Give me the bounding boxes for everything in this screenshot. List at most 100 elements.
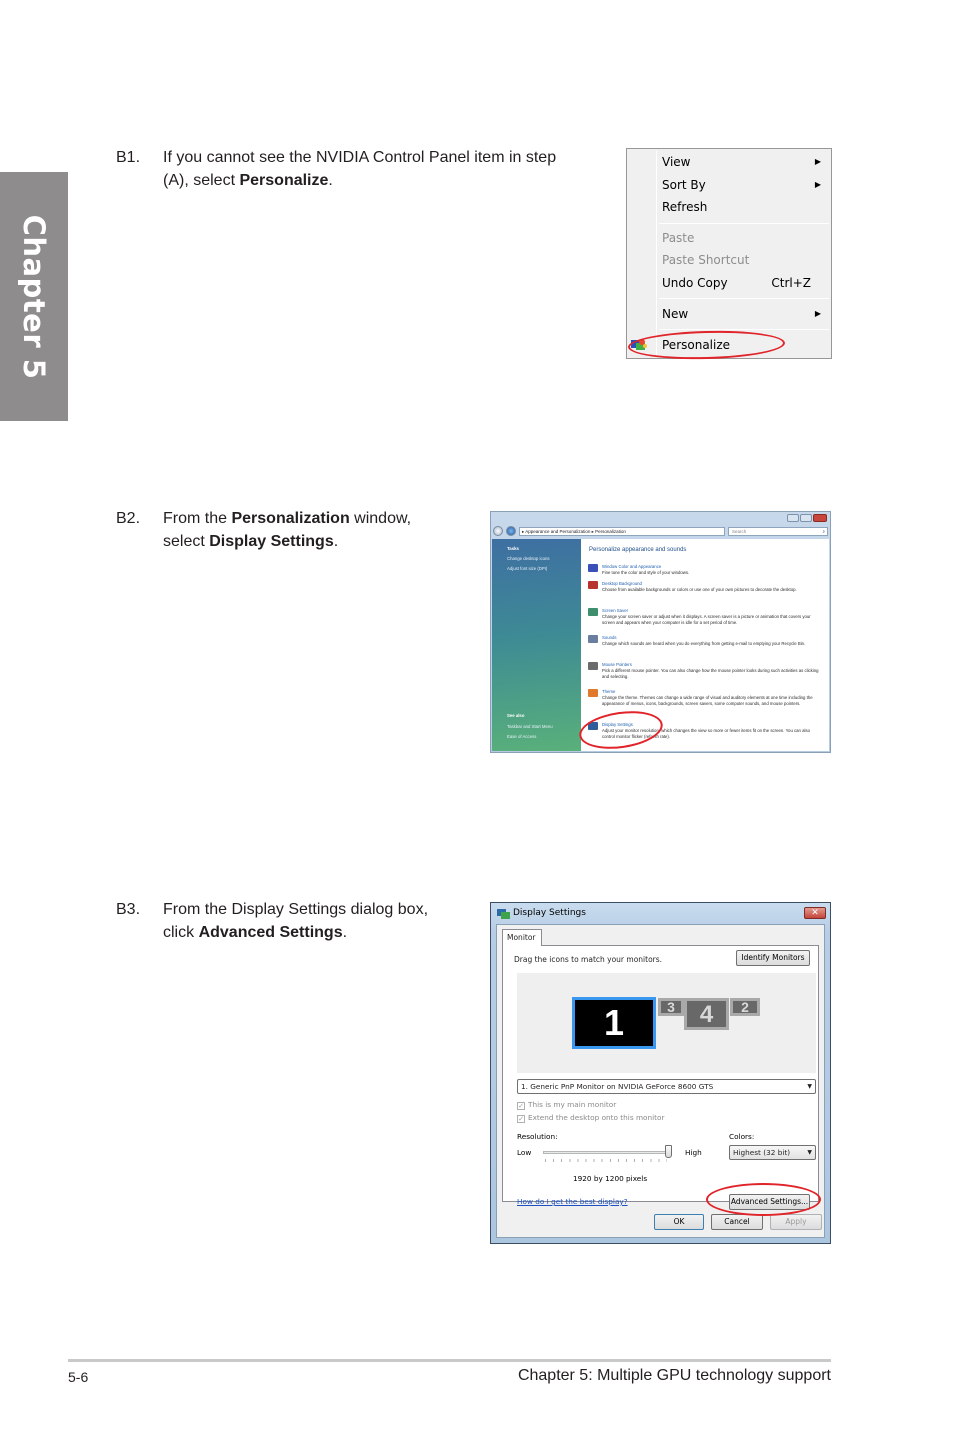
breadcrumb[interactable]: ▸ Appearance and Personalization ▸ Perso… [519, 526, 725, 536]
step-keyword: Personalization [231, 510, 350, 527]
checkbox-label: This is my main monitor [528, 1100, 617, 1109]
monitor-3[interactable]: 3 [658, 998, 684, 1016]
search-placeholder: Search [732, 528, 747, 534]
identify-monitors-button[interactable]: Identify Monitors [736, 950, 810, 966]
mouse-pointers-icon [588, 662, 598, 670]
step-punct: . [333, 533, 339, 550]
step-line: select [163, 533, 210, 550]
step-keyword: Display Settings [209, 533, 334, 550]
minimize-button[interactable] [787, 514, 799, 522]
menu-item-label: Refresh [662, 200, 708, 214]
menu-separator [659, 298, 829, 299]
menu-item-sort-by[interactable]: Sort By ▶ [662, 174, 825, 196]
colors-select-value: Highest (32 bit) [733, 1148, 791, 1157]
personalize-item-link[interactable]: Theme [602, 689, 615, 694]
footer-chapter-title: Chapter 5: Multiple GPU technology suppo… [517, 1367, 831, 1384]
highlight-oval [706, 1183, 821, 1216]
chapter-tab-label: Chapter 5 [17, 214, 51, 379]
personalize-item-description: Change the theme. Themes can change a wi… [602, 695, 813, 706]
personalize-item-link[interactable]: Screen Saver [602, 608, 628, 613]
search-input[interactable]: Search ⌕ [728, 526, 828, 536]
see-also-link[interactable]: Taskbar and Start Menu [507, 724, 553, 729]
step-number: B1. [116, 149, 141, 166]
close-button[interactable] [813, 514, 827, 522]
step-punct: . [328, 172, 333, 189]
breadcrumb-sep: ▸ [522, 528, 525, 534]
task-pane: Tasks Change desktop icons Adjust font s… [492, 539, 581, 751]
personalization-window: ▸ Appearance and Personalization ▸ Perso… [490, 511, 831, 753]
personalize-item-description: Fine tune the color and style of your wi… [602, 570, 690, 575]
submenu-arrow-icon: ▶ [814, 180, 821, 189]
screen-saver-icon [588, 608, 598, 616]
resolution-slider-track[interactable] [543, 1151, 669, 1154]
monitor-arrangement: 1 3 4 2 [517, 973, 816, 1073]
chevron-down-icon: ▼ [807, 1083, 812, 1090]
forward-button[interactable] [506, 526, 516, 536]
step-line: (A), select [163, 172, 240, 189]
menu-item-label: View [662, 155, 691, 169]
caption-buttons [787, 514, 827, 522]
back-button[interactable] [493, 526, 503, 536]
menu-item-paste-shortcut: Paste Shortcut [662, 249, 825, 271]
resolution-value: 1920 by 1200 pixels [573, 1174, 648, 1183]
tab-monitor[interactable]: Monitor [502, 929, 542, 946]
personalize-item-description: Pick a different mouse pointer. You can … [602, 668, 819, 679]
step-text: If you cannot see the NVIDIA Control Pan… [163, 146, 556, 192]
dialog-title: Display Settings [513, 908, 586, 918]
search-icon: ⌕ [822, 528, 825, 534]
page-number: 5-6 [68, 1369, 89, 1385]
step-line: From the [163, 510, 232, 527]
menu-item-undo-copy[interactable]: Undo Copy Ctrl+Z [662, 272, 825, 294]
ok-button[interactable]: OK [654, 1214, 704, 1230]
personalize-item-description: Change your screen saver or adjust when … [602, 614, 811, 625]
step-line: click [163, 924, 199, 941]
resolution-label: Resolution: [517, 1132, 558, 1141]
step-keyword: Advanced Settings [198, 924, 343, 941]
colors-label: Colors: [729, 1132, 755, 1141]
menu-item-new[interactable]: New ▶ [662, 303, 825, 325]
menu-item-refresh[interactable]: Refresh [662, 196, 825, 218]
personalize-item-link[interactable]: Desktop Background [602, 581, 642, 586]
monitor-1[interactable]: 1 [572, 997, 656, 1049]
content-title: Personalize appearance and sounds [589, 547, 687, 553]
chevron-down-icon: ▼ [807, 1149, 812, 1156]
apply-button: Apply [770, 1214, 822, 1230]
step-line: window, [349, 510, 412, 527]
close-button[interactable]: ✕ [804, 907, 826, 919]
menu-item-shortcut: Ctrl+Z [771, 276, 811, 290]
monitor-2[interactable]: 2 [730, 998, 760, 1016]
resolution-slider-thumb[interactable] [665, 1145, 672, 1158]
slider-ticks [545, 1159, 667, 1162]
step-line: From the Display Settings dialog box, [163, 901, 429, 918]
monitor-select[interactable]: 1. Generic PnP Monitor on NVIDIA GeForce… [517, 1079, 816, 1094]
breadcrumb-item[interactable]: Appearance and Personalization [525, 529, 590, 534]
extend-desktop-checkbox[interactable]: ✓ Extend the desktop onto this monitor [517, 1113, 665, 1123]
address-bar: ▸ Appearance and Personalization ▸ Perso… [493, 524, 828, 538]
main-monitor-checkbox[interactable]: ✓ This is my main monitor [517, 1100, 616, 1110]
menu-item-view[interactable]: View ▶ [662, 151, 825, 173]
checkbox-icon: ✓ [517, 1115, 525, 1123]
see-also-link[interactable]: Ease of Access [507, 734, 536, 739]
checkbox-label: Extend the desktop onto this monitor [528, 1113, 665, 1122]
monitor-4[interactable]: 4 [684, 998, 729, 1030]
monitor-panel: Drag the icons to match your monitors. I… [502, 945, 819, 1210]
task-link[interactable]: Change desktop icons [507, 556, 550, 561]
personalize-item-link[interactable]: Mouse Pointers [602, 662, 632, 667]
menu-item-paste: Paste [662, 227, 825, 249]
personalize-item-link[interactable]: Sounds [602, 635, 617, 640]
step-b3: B3. From the Display Settings dialog box… [116, 898, 476, 946]
maximize-button[interactable] [800, 514, 812, 522]
window-color-and-appearance-icon [588, 564, 598, 572]
breadcrumb-item[interactable]: Personalization [595, 529, 626, 534]
cancel-button[interactable]: Cancel [711, 1214, 763, 1230]
colors-select[interactable]: Highest (32 bit) ▼ [729, 1145, 816, 1160]
sounds-icon [588, 635, 598, 643]
footer-divider [68, 1359, 831, 1362]
task-link[interactable]: Adjust font size (DPI) [507, 566, 547, 571]
personalize-item-link[interactable]: Window Color and Appearance [602, 564, 661, 569]
menu-item-label: Paste Shortcut [662, 253, 750, 267]
drag-instruction: Drag the icons to match your monitors. [514, 955, 663, 964]
step-text: From the Display Settings dialog box, cl… [163, 898, 428, 944]
desktop-context-menu: View ▶ Sort By ▶ Refresh Paste Paste Sho… [626, 148, 832, 359]
best-display-help-link[interactable]: How do I get the best display? [517, 1197, 628, 1206]
